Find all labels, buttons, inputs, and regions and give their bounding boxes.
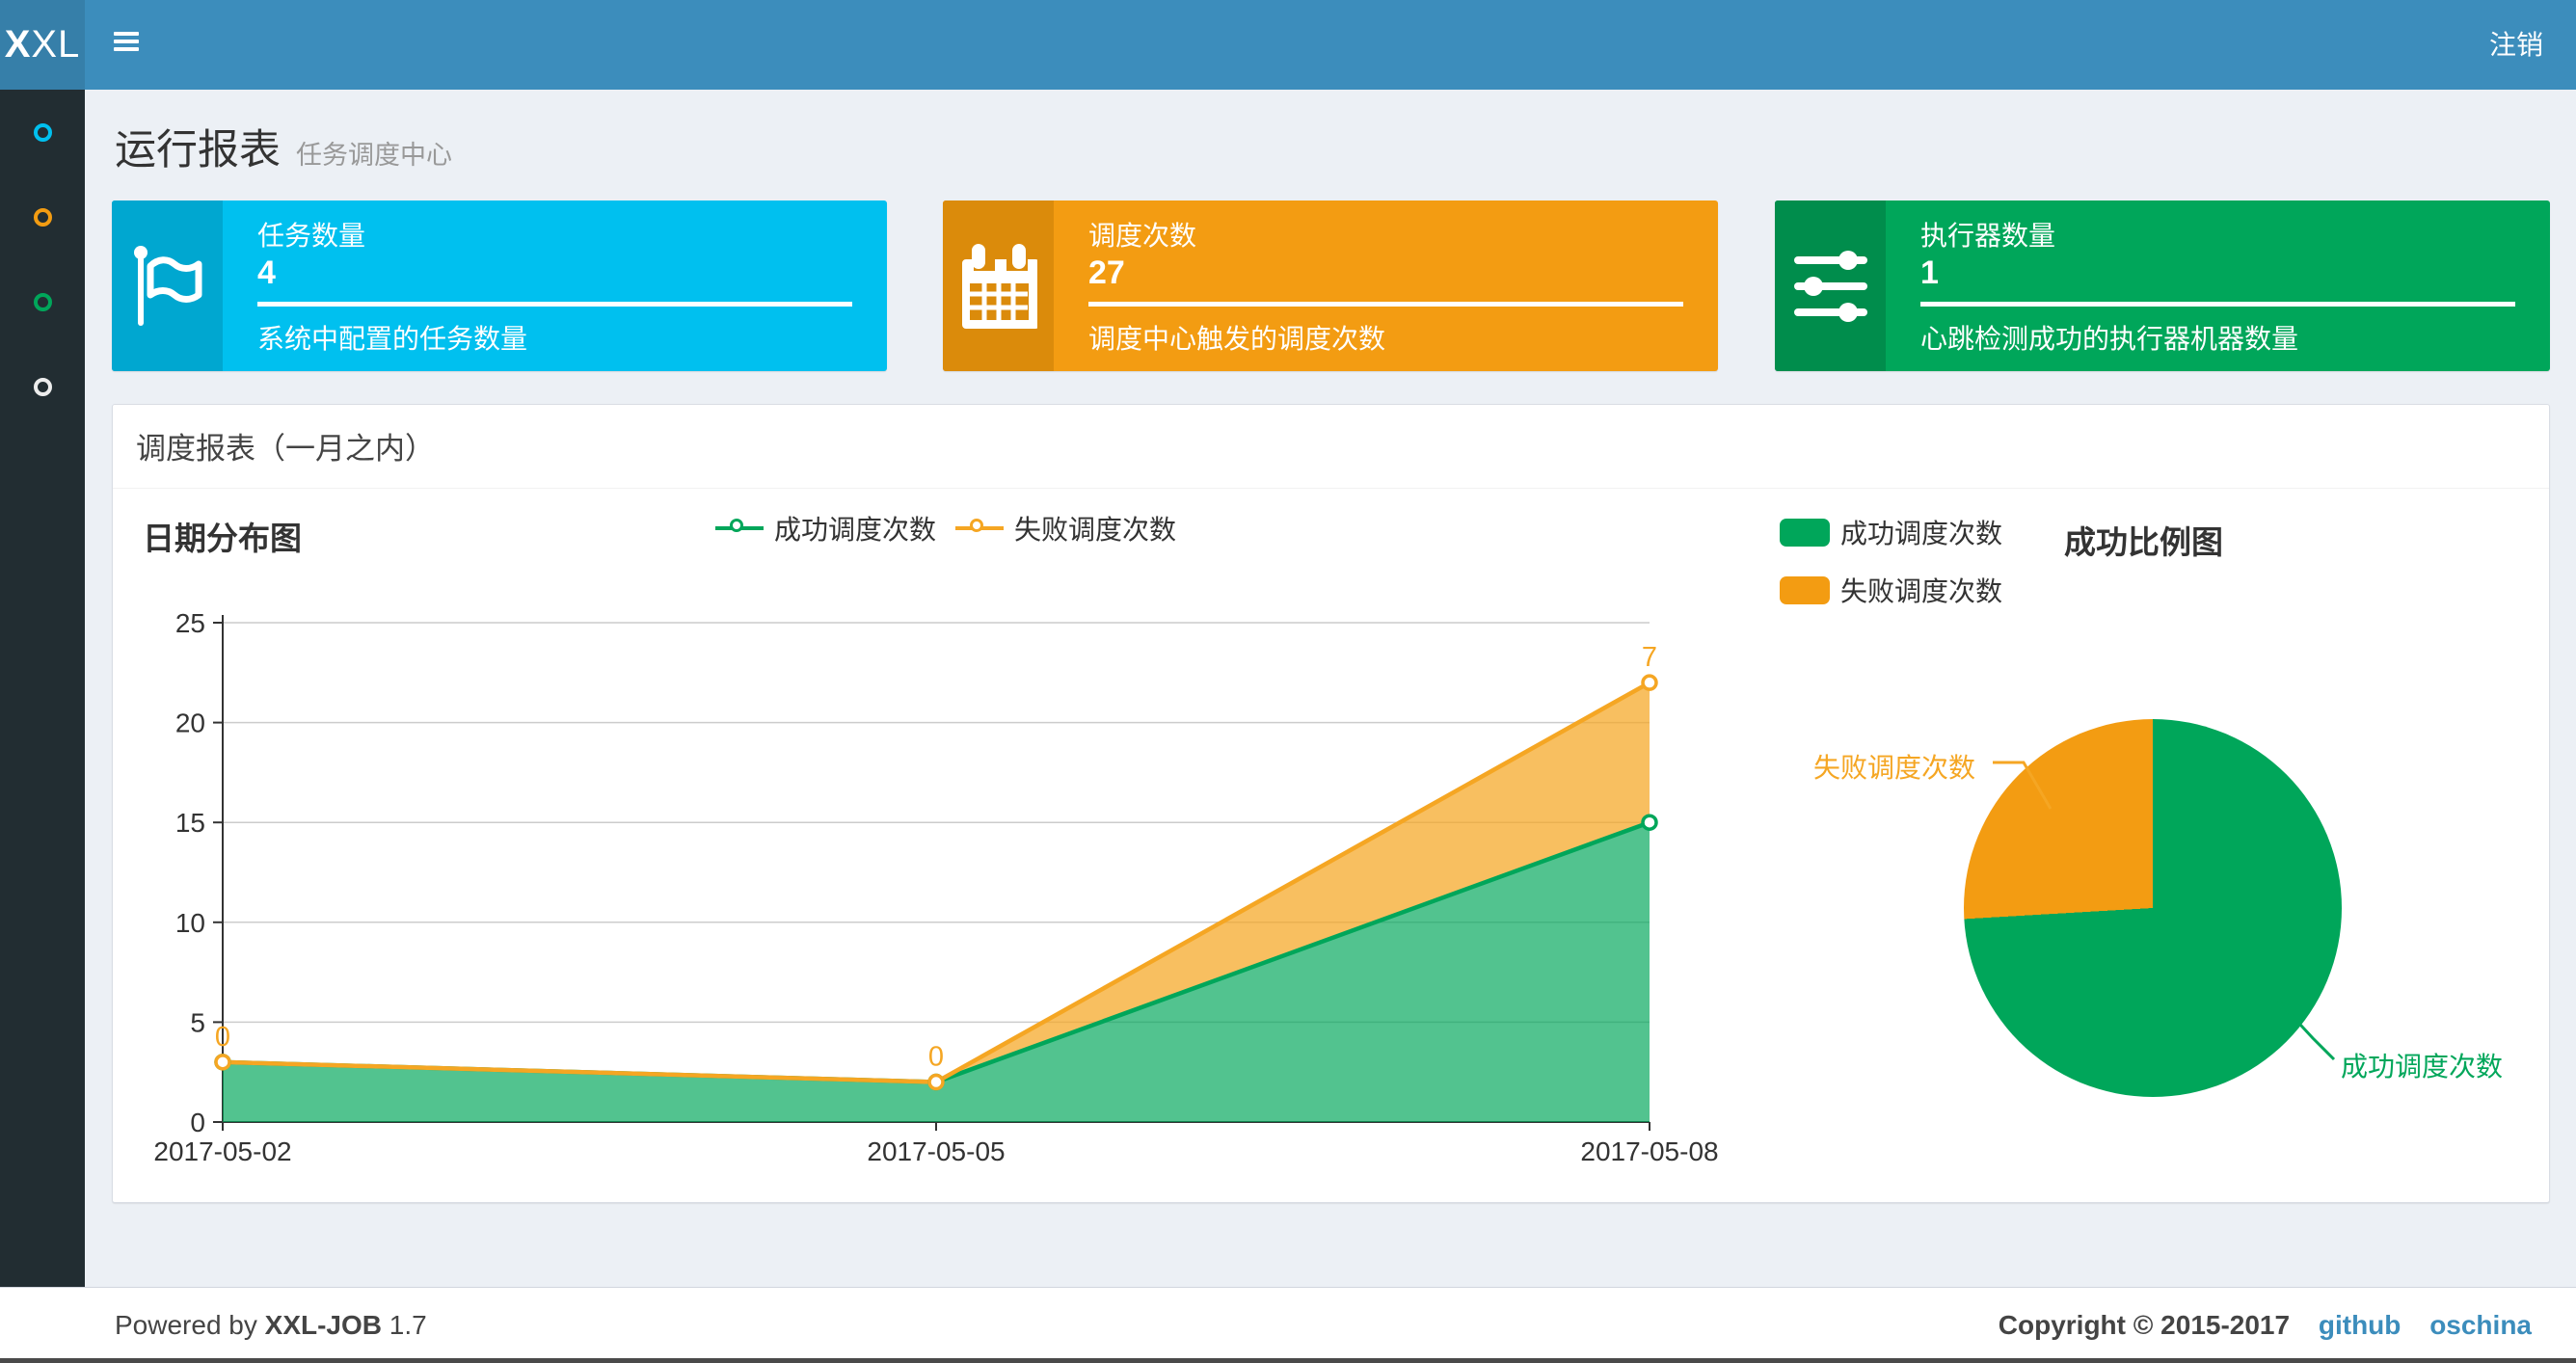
svg-text:5: 5 (190, 1007, 205, 1037)
svg-text:25: 25 (175, 608, 205, 638)
powered-by: Powered by XXL-JOB 1.7 (115, 1288, 427, 1363)
product-name: XXL-JOB (264, 1310, 383, 1340)
top-navbar: X XL 注销 (0, 0, 2576, 90)
panel-title: 调度报表（一月之内） (136, 432, 435, 466)
legend-item-success[interactable]: 成功调度次数 (1780, 513, 2002, 551)
pie-chart-legend: 成功调度次数 失败调度次数 (1780, 513, 2002, 628)
circle-outline-icon (33, 122, 52, 142)
line-marker-icon (715, 517, 764, 540)
sidebar-item-jobs[interactable] (0, 174, 85, 259)
svg-text:7: 7 (1642, 642, 1657, 673)
svg-text:2017-05-02: 2017-05-02 (153, 1136, 291, 1166)
svg-text:2017-05-05: 2017-05-05 (867, 1136, 1005, 1166)
copyright: Copyright © 2015-2017 github oschina (1999, 1288, 2532, 1363)
sidebar-toggle-button[interactable] (108, 25, 148, 66)
success-ratio-pie (1964, 719, 2342, 1097)
info-box-trigger-count: 调度次数 27 调度中心触发的调度次数 (943, 200, 1718, 371)
info-box-value: 4 (257, 254, 276, 291)
legend-item-success[interactable]: 成功调度次数 (715, 509, 936, 548)
svg-text:15: 15 (175, 808, 205, 838)
powered-prefix: Powered by (115, 1310, 257, 1340)
logout-link[interactable]: 注销 (2480, 0, 2553, 90)
github-link[interactable]: github (2319, 1310, 2402, 1340)
info-box-divider (1920, 302, 2515, 307)
dashboard-page: X XL 注销 运行报表 任务调度中心 任务数量 4 系统中配置的任务数量 调度… (0, 0, 2576, 1363)
legend-item-fail[interactable]: 失败调度次数 (1780, 571, 2002, 609)
panel-divider (113, 488, 2549, 489)
window-bottom-edge (0, 1358, 2576, 1363)
left-sidebar (0, 90, 85, 1363)
schedule-report-panel: 调度报表（一月之内） 日期分布图 成功调度次数 失败调度次数 0 5 10 15 20 2… (112, 404, 2550, 1203)
svg-text:0: 0 (928, 1042, 944, 1073)
info-box-description: 调度中心触发的调度次数 (1088, 324, 1386, 354)
logo-text: XL (31, 23, 81, 66)
info-box-title: 任务数量 (257, 221, 366, 251)
sidebar-item-report[interactable] (0, 90, 85, 174)
circle-outline-icon (33, 207, 52, 227)
pie-chart-title: 成功比例图 (2064, 524, 2223, 560)
legend-label: 成功调度次数 (774, 515, 937, 545)
svg-text:0: 0 (190, 1108, 205, 1137)
legend-item-fail[interactable]: 失败调度次数 (955, 509, 1176, 548)
product-version: 1.7 (389, 1310, 427, 1340)
line-chart-title: 日期分布图 (143, 521, 302, 556)
legend-label: 失败调度次数 (1014, 515, 1177, 545)
svg-text:0: 0 (215, 1022, 230, 1053)
info-box-value: 27 (1088, 254, 1125, 291)
sliders-icon (1775, 200, 1886, 371)
page-title: 运行报表 (115, 127, 281, 174)
page-subtitle: 任务调度中心 (296, 141, 452, 170)
hamburger-icon (114, 32, 139, 52)
info-box-divider (257, 302, 852, 307)
legend-label: 成功调度次数 (1840, 519, 2003, 548)
swatch-icon (1780, 518, 1830, 547)
logo-text-bold: X (4, 23, 32, 66)
oschina-link[interactable]: oschina (2429, 1310, 2532, 1340)
copyright-text: Copyright © 2015-2017 (1998, 1310, 2291, 1340)
sidebar-item-logs[interactable] (0, 259, 85, 344)
swatch-icon (1780, 575, 1830, 604)
pie-label-success: 成功调度次数 (2341, 1052, 2504, 1082)
svg-text:2017-05-08: 2017-05-08 (1580, 1136, 1718, 1166)
info-box-body: 调度次数 27 调度中心触发的调度次数 (1054, 200, 1718, 371)
circle-outline-icon (33, 292, 52, 311)
flag-icon (112, 200, 223, 371)
line-marker-icon (955, 517, 1005, 540)
info-box-title: 调度次数 (1088, 221, 1197, 251)
info-box-task-count: 任务数量 4 系统中配置的任务数量 (112, 200, 887, 371)
circle-outline-icon (33, 377, 52, 396)
pie-label-fail: 失败调度次数 (1813, 753, 1976, 783)
line-chart-legend: 成功调度次数 失败调度次数 (715, 509, 1176, 548)
info-box-value: 1 (1920, 254, 1939, 291)
info-box-title: 执行器数量 (1920, 221, 2056, 251)
info-box-body: 执行器数量 1 心跳检测成功的执行器机器数量 (1886, 200, 2550, 371)
date-distribution-chart: 0 5 10 15 20 25 2017-05-02 2017-05-05 2017-05-08… (136, 579, 1746, 1172)
footer: Powered by XXL-JOB 1.7 Copyright © 2015-… (0, 1287, 2576, 1363)
app-logo[interactable]: X XL (0, 0, 85, 90)
info-box-divider (1088, 302, 1683, 307)
calendar-icon (943, 200, 1054, 371)
info-box-executor-count: 执行器数量 1 心跳检测成功的执行器机器数量 (1775, 200, 2550, 371)
info-box-description: 系统中配置的任务数量 (257, 324, 528, 354)
svg-text:10: 10 (175, 908, 205, 938)
page-header: 运行报表 任务调度中心 (115, 117, 452, 176)
info-box-body: 任务数量 4 系统中配置的任务数量 (223, 200, 887, 371)
legend-label: 失败调度次数 (1840, 576, 2003, 606)
sidebar-item-executors[interactable] (0, 344, 85, 429)
info-box-description: 心跳检测成功的执行器机器数量 (1920, 324, 2299, 354)
svg-text:20: 20 (175, 708, 205, 738)
